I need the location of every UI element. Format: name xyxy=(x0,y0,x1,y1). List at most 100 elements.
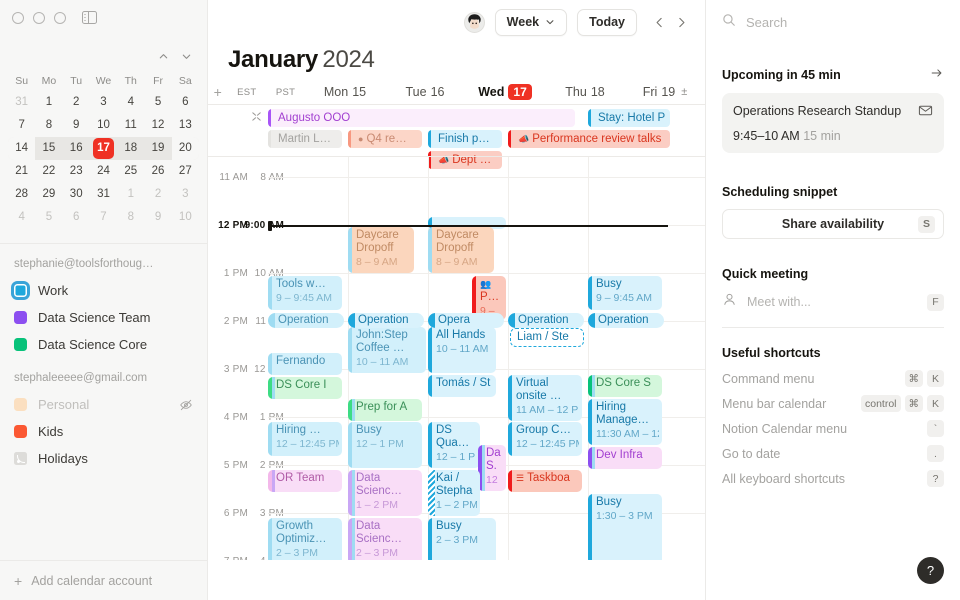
calendar-item[interactable]: Kids xyxy=(0,418,207,445)
mini-day-cell[interactable]: 23 xyxy=(63,160,90,183)
mini-day-cell[interactable]: 6 xyxy=(172,91,199,114)
mini-day-cell[interactable]: 15 xyxy=(35,137,62,160)
calendar-event[interactable]: Busy 2 – 3 PM xyxy=(428,518,496,560)
calendar-color-swatch[interactable] xyxy=(14,338,27,351)
calendar-item[interactable]: Holidays xyxy=(0,445,207,472)
mini-day-cell[interactable]: 28 xyxy=(8,183,35,206)
mini-day-cell[interactable]: 9 xyxy=(144,206,171,229)
calendar-event[interactable]: Tomás / St xyxy=(428,375,496,397)
help-button[interactable]: ? xyxy=(917,557,944,584)
calendar-event[interactable]: Busy 9 – 9:45 AM xyxy=(588,276,662,310)
mini-day-cell[interactable]: 16 xyxy=(63,137,90,160)
day-header-wed[interactable]: Wed 17 xyxy=(465,84,545,100)
all-day-event[interactable]: Martin L… xyxy=(268,130,342,148)
envelope-icon[interactable] xyxy=(918,103,933,123)
mini-day-cell[interactable]: 30 xyxy=(63,183,90,206)
arrow-right-icon[interactable] xyxy=(930,66,944,83)
mini-day-cell[interactable]: 25 xyxy=(117,160,144,183)
calendar-item[interactable]: Data Science Team xyxy=(0,304,207,331)
eye-off-icon[interactable] xyxy=(179,398,193,412)
calendar-event[interactable]: Fernando xyxy=(268,353,342,375)
add-calendar-account-button[interactable]: + Add calendar account xyxy=(0,560,207,600)
calendar-event[interactable]: Busy 1:30 – 3 PM xyxy=(588,494,662,560)
day-header-tue[interactable]: Tue 16 xyxy=(385,84,465,100)
timezone-toggle-icon[interactable]: ± xyxy=(681,86,687,98)
upcoming-event-card[interactable]: Operations Research Standup 9:45–10 AM 1… xyxy=(722,93,944,153)
time-grid[interactable]: 11 AM8 AM12 PM9:00 AM1 PM10 AM2 PM11 AM3… xyxy=(208,156,705,560)
mini-day-cell[interactable]: 29 xyxy=(35,183,62,206)
calendar-color-swatch[interactable] xyxy=(14,398,27,411)
day-header-mon[interactable]: Mon 15 xyxy=(305,84,385,100)
mini-day-cell[interactable]: 24 xyxy=(90,160,117,183)
day-columns[interactable]: Daycare Dropoff 8 – 9 AM Daycare Dropoff 8… xyxy=(268,157,705,560)
mini-day-cell[interactable]: 10 xyxy=(172,206,199,229)
calendar-item[interactable]: Personal xyxy=(0,391,207,418)
mini-day-cell[interactable]: 4 xyxy=(8,206,35,229)
mini-day-cell[interactable]: 13 xyxy=(172,114,199,137)
calendar-event[interactable]: ☰ Taskboa xyxy=(508,470,582,492)
mini-day-cell[interactable]: 26 xyxy=(144,160,171,183)
mini-day-cell[interactable]: 20 xyxy=(171,137,199,160)
mini-day-cell[interactable]: 31 xyxy=(90,183,117,206)
sidebar-toggle-icon[interactable] xyxy=(82,11,97,24)
mini-day-cell[interactable]: 11 xyxy=(117,114,144,137)
user-avatar[interactable] xyxy=(463,11,485,33)
calendar-event[interactable]: Growth Optimiz… 2 – 3 PM xyxy=(268,518,342,560)
calendar-event[interactable]: OR Team xyxy=(268,470,342,492)
previous-week-button[interactable] xyxy=(649,10,669,34)
calendar-event[interactable]: All Hands 10 – 11 AM xyxy=(428,327,496,373)
shortcut-row[interactable]: Menu bar calendar control ⌘ K xyxy=(722,391,944,416)
calendar-event[interactable]: Hiring Manage… 11:30 AM – 12 xyxy=(588,399,662,445)
mini-day-cell[interactable]: 2 xyxy=(63,91,90,114)
calendar-event[interactable]: Operation xyxy=(348,313,424,328)
mini-day-cell[interactable]: 7 xyxy=(90,206,117,229)
all-day-event[interactable]: Finish p… xyxy=(428,130,502,148)
calendar-event[interactable]: Virtual onsite … 11 AM – 12 PM xyxy=(508,375,582,421)
all-day-event[interactable]: ● Q4 re… xyxy=(348,130,422,148)
search-input[interactable] xyxy=(746,14,944,30)
calendar-event[interactable]: Operation xyxy=(588,313,664,328)
calendar-event[interactable]: Data Scienc… 1 – 2 PM xyxy=(348,470,422,516)
mini-day-cell[interactable]: 5 xyxy=(35,206,62,229)
calendar-event[interactable]: Daycare Dropoff 8 – 9 AM xyxy=(428,227,494,273)
search-bar[interactable] xyxy=(722,0,944,44)
all-day-event[interactable]: Stay: Hotel P xyxy=(588,109,670,127)
mini-day-cell[interactable]: 3 xyxy=(172,183,199,206)
mini-day-cell[interactable]: 19 xyxy=(144,137,171,160)
all-day-event[interactable]: Augusto OOO xyxy=(268,109,575,127)
mini-day-cell[interactable]: 2 xyxy=(144,183,171,206)
calendar-event[interactable]: DS Core I xyxy=(268,377,342,399)
calendar-event[interactable]: Dev Infra xyxy=(588,447,662,469)
calendar-event[interactable]: DS Core S xyxy=(588,375,662,397)
mini-day-cell[interactable]: 7 xyxy=(8,114,35,137)
calendar-event[interactable]: Data Scienc… 2 – 3 PM xyxy=(348,518,422,560)
mini-day-cell[interactable]: 22 xyxy=(35,160,62,183)
view-selector[interactable]: Week xyxy=(494,8,568,36)
calendar-item[interactable]: Work xyxy=(0,277,207,304)
mini-day-cell[interactable]: 3 xyxy=(90,91,117,114)
calendar-color-swatch[interactable] xyxy=(14,284,27,297)
today-button[interactable]: Today xyxy=(577,8,637,36)
mini-day-cell[interactable]: 14 xyxy=(8,137,36,160)
day-header-thu[interactable]: Thu 18 xyxy=(545,84,625,100)
mini-day-cell[interactable]: 1 xyxy=(35,91,62,114)
shortcut-row[interactable]: Notion Calendar menu ` xyxy=(722,416,944,441)
calendar-event[interactable]: Da S. 12 xyxy=(478,445,506,491)
calendar-event[interactable]: Tools w… 9 – 9:45 AM xyxy=(268,276,342,310)
mini-day-cell[interactable]: 6 xyxy=(63,206,90,229)
collapse-all-day-icon[interactable] xyxy=(251,109,262,127)
mini-day-cell[interactable]: 17 xyxy=(90,137,117,160)
mini-day-cell[interactable]: 10 xyxy=(90,114,117,137)
mini-day-cell[interactable]: 27 xyxy=(172,160,199,183)
calendar-color-swatch[interactable] xyxy=(14,311,27,324)
calendar-event[interactable]: John:Step Coffee … 10 – 11 AM xyxy=(348,327,426,373)
calendar-event[interactable]: Opera xyxy=(428,313,504,328)
mini-day-cell[interactable]: 8 xyxy=(117,206,144,229)
calendar-event[interactable]: Hiring … 12 – 12:45 PM xyxy=(268,422,342,456)
zoom-button[interactable] xyxy=(54,11,66,24)
all-day-event[interactable]: 📣 Performance review talks xyxy=(508,130,670,148)
mini-day-cell[interactable]: 1 xyxy=(117,183,144,206)
calendar-item[interactable]: Data Science Core xyxy=(0,331,207,358)
day-header-fri[interactable]: Fri 19 ± xyxy=(625,84,705,100)
meet-with-field[interactable]: Meet with... F xyxy=(722,285,944,319)
